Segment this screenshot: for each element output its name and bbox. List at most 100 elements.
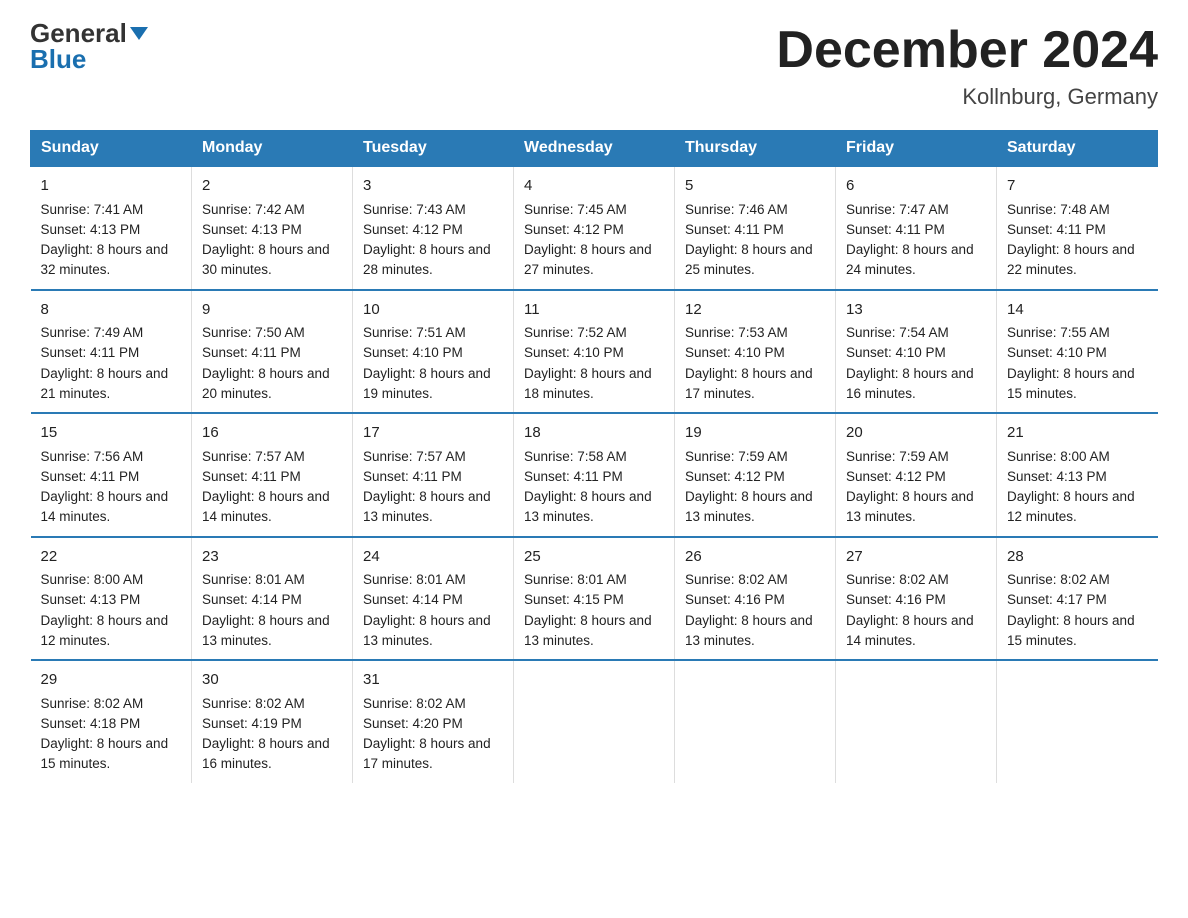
day-info: Sunrise: 7:49 AMSunset: 4:11 PMDaylight:… [41,325,169,401]
day-info: Sunrise: 8:02 AMSunset: 4:16 PMDaylight:… [685,572,813,648]
day-number: 22 [41,546,182,569]
day-number: 9 [202,299,342,322]
column-header-wednesday: Wednesday [514,131,675,167]
calendar-cell: 24 Sunrise: 8:01 AMSunset: 4:14 PMDayligh… [353,537,514,661]
day-info: Sunrise: 7:46 AMSunset: 4:11 PMDaylight:… [685,202,813,278]
day-number: 30 [202,669,342,692]
day-info: Sunrise: 8:02 AMSunset: 4:18 PMDaylight:… [41,696,169,772]
day-number: 12 [685,299,825,322]
day-number: 19 [685,422,825,445]
day-number: 15 [41,422,182,445]
calendar-cell: 5 Sunrise: 7:46 AMSunset: 4:11 PMDaylight… [675,166,836,290]
day-number: 16 [202,422,342,445]
calendar-cell: 27 Sunrise: 8:02 AMSunset: 4:16 PMDayligh… [836,537,997,661]
day-info: Sunrise: 8:02 AMSunset: 4:19 PMDaylight:… [202,696,330,772]
day-number: 23 [202,546,342,569]
calendar-cell: 25 Sunrise: 8:01 AMSunset: 4:15 PMDayligh… [514,537,675,661]
calendar-table: SundayMondayTuesdayWednesdayThursdayFrid… [30,130,1158,783]
column-header-saturday: Saturday [997,131,1158,167]
day-info: Sunrise: 7:47 AMSunset: 4:11 PMDaylight:… [846,202,974,278]
day-number: 4 [524,175,664,198]
page-title: December 2024 [776,20,1158,80]
column-header-monday: Monday [192,131,353,167]
day-info: Sunrise: 8:00 AMSunset: 4:13 PMDaylight:… [41,572,169,648]
calendar-cell: 12 Sunrise: 7:53 AMSunset: 4:10 PMDayligh… [675,290,836,414]
day-number: 25 [524,546,664,569]
calendar-cell: 4 Sunrise: 7:45 AMSunset: 4:12 PMDaylight… [514,166,675,290]
week-row-2: 8 Sunrise: 7:49 AMSunset: 4:11 PMDaylight… [31,290,1158,414]
day-info: Sunrise: 7:56 AMSunset: 4:11 PMDaylight:… [41,449,169,525]
day-info: Sunrise: 7:58 AMSunset: 4:11 PMDaylight:… [524,449,652,525]
day-info: Sunrise: 7:48 AMSunset: 4:11 PMDaylight:… [1007,202,1135,278]
column-header-thursday: Thursday [675,131,836,167]
calendar-cell: 2 Sunrise: 7:42 AMSunset: 4:13 PMDaylight… [192,166,353,290]
page-subtitle: Kollnburg, Germany [776,84,1158,110]
day-number: 2 [202,175,342,198]
calendar-cell: 7 Sunrise: 7:48 AMSunset: 4:11 PMDaylight… [997,166,1158,290]
day-number: 28 [1007,546,1148,569]
week-row-1: 1 Sunrise: 7:41 AMSunset: 4:13 PMDaylight… [31,166,1158,290]
day-info: Sunrise: 7:55 AMSunset: 4:10 PMDaylight:… [1007,325,1135,401]
day-number: 3 [363,175,503,198]
day-number: 5 [685,175,825,198]
calendar-cell: 31 Sunrise: 8:02 AMSunset: 4:20 PMDayligh… [353,660,514,783]
day-number: 1 [41,175,182,198]
day-info: Sunrise: 8:02 AMSunset: 4:20 PMDaylight:… [363,696,491,772]
page-header: General Blue December 2024 Kollnburg, Ge… [30,20,1158,110]
day-info: Sunrise: 8:00 AMSunset: 4:13 PMDaylight:… [1007,449,1135,525]
day-info: Sunrise: 7:51 AMSunset: 4:10 PMDaylight:… [363,325,491,401]
calendar-cell: 13Sunrise: 7:54 AMSunset: 4:10 PMDayligh… [836,290,997,414]
day-info: Sunrise: 8:01 AMSunset: 4:15 PMDaylight:… [524,572,652,648]
day-info: Sunrise: 7:54 AMSunset: 4:10 PMDaylight:… [846,325,974,401]
calendar-cell: 30 Sunrise: 8:02 AMSunset: 4:19 PMDayligh… [192,660,353,783]
day-info: Sunrise: 8:01 AMSunset: 4:14 PMDaylight:… [363,572,491,648]
week-row-3: 15 Sunrise: 7:56 AMSunset: 4:11 PMDayligh… [31,413,1158,537]
day-number: 24 [363,546,503,569]
day-number: 10 [363,299,503,322]
day-info: Sunrise: 7:50 AMSunset: 4:11 PMDaylight:… [202,325,330,401]
calendar-cell: 18Sunrise: 7:58 AMSunset: 4:11 PMDayligh… [514,413,675,537]
day-info: Sunrise: 7:57 AMSunset: 4:11 PMDaylight:… [202,449,330,525]
calendar-cell: 3 Sunrise: 7:43 AMSunset: 4:12 PMDaylight… [353,166,514,290]
day-info: Sunrise: 7:41 AMSunset: 4:13 PMDaylight:… [41,202,169,278]
calendar-header-row: SundayMondayTuesdayWednesdayThursdayFrid… [31,131,1158,167]
logo-line1: General [30,20,148,46]
calendar-cell: 11Sunrise: 7:52 AMSunset: 4:10 PMDayligh… [514,290,675,414]
day-number: 27 [846,546,986,569]
calendar-cell: 14 Sunrise: 7:55 AMSunset: 4:10 PMDayligh… [997,290,1158,414]
day-number: 8 [41,299,182,322]
column-header-sunday: Sunday [31,131,192,167]
day-info: Sunrise: 7:42 AMSunset: 4:13 PMDaylight:… [202,202,330,278]
day-number: 31 [363,669,503,692]
day-info: Sunrise: 7:53 AMSunset: 4:10 PMDaylight:… [685,325,813,401]
day-number: 6 [846,175,986,198]
logo-line2: Blue [30,46,86,72]
day-info: Sunrise: 8:02 AMSunset: 4:16 PMDaylight:… [846,572,974,648]
calendar-cell [836,660,997,783]
calendar-cell [514,660,675,783]
day-number: 17 [363,422,503,445]
calendar-cell: 10 Sunrise: 7:51 AMSunset: 4:10 PMDayligh… [353,290,514,414]
title-block: December 2024 Kollnburg, Germany [776,20,1158,110]
day-info: Sunrise: 7:59 AMSunset: 4:12 PMDaylight:… [685,449,813,525]
day-number: 7 [1007,175,1148,198]
calendar-cell: 17 Sunrise: 7:57 AMSunset: 4:11 PMDayligh… [353,413,514,537]
week-row-5: 29Sunrise: 8:02 AMSunset: 4:18 PMDayligh… [31,660,1158,783]
calendar-cell: 22 Sunrise: 8:00 AMSunset: 4:13 PMDayligh… [31,537,192,661]
day-info: Sunrise: 7:45 AMSunset: 4:12 PMDaylight:… [524,202,652,278]
day-info: Sunrise: 7:52 AMSunset: 4:10 PMDaylight:… [524,325,652,401]
day-info: Sunrise: 8:02 AMSunset: 4:17 PMDaylight:… [1007,572,1135,648]
calendar-cell: 23 Sunrise: 8:01 AMSunset: 4:14 PMDayligh… [192,537,353,661]
day-number: 14 [1007,299,1148,322]
day-info: Sunrise: 7:57 AMSunset: 4:11 PMDaylight:… [363,449,491,525]
calendar-cell: 26Sunrise: 8:02 AMSunset: 4:16 PMDayligh… [675,537,836,661]
logo: General Blue [30,20,148,72]
day-info: Sunrise: 7:43 AMSunset: 4:12 PMDaylight:… [363,202,491,278]
day-info: Sunrise: 8:01 AMSunset: 4:14 PMDaylight:… [202,572,330,648]
calendar-cell: 21 Sunrise: 8:00 AMSunset: 4:13 PMDayligh… [997,413,1158,537]
calendar-cell: 15 Sunrise: 7:56 AMSunset: 4:11 PMDayligh… [31,413,192,537]
calendar-cell: 9 Sunrise: 7:50 AMSunset: 4:11 PMDaylight… [192,290,353,414]
calendar-cell [675,660,836,783]
day-info: Sunrise: 7:59 AMSunset: 4:12 PMDaylight:… [846,449,974,525]
day-number: 21 [1007,422,1148,445]
